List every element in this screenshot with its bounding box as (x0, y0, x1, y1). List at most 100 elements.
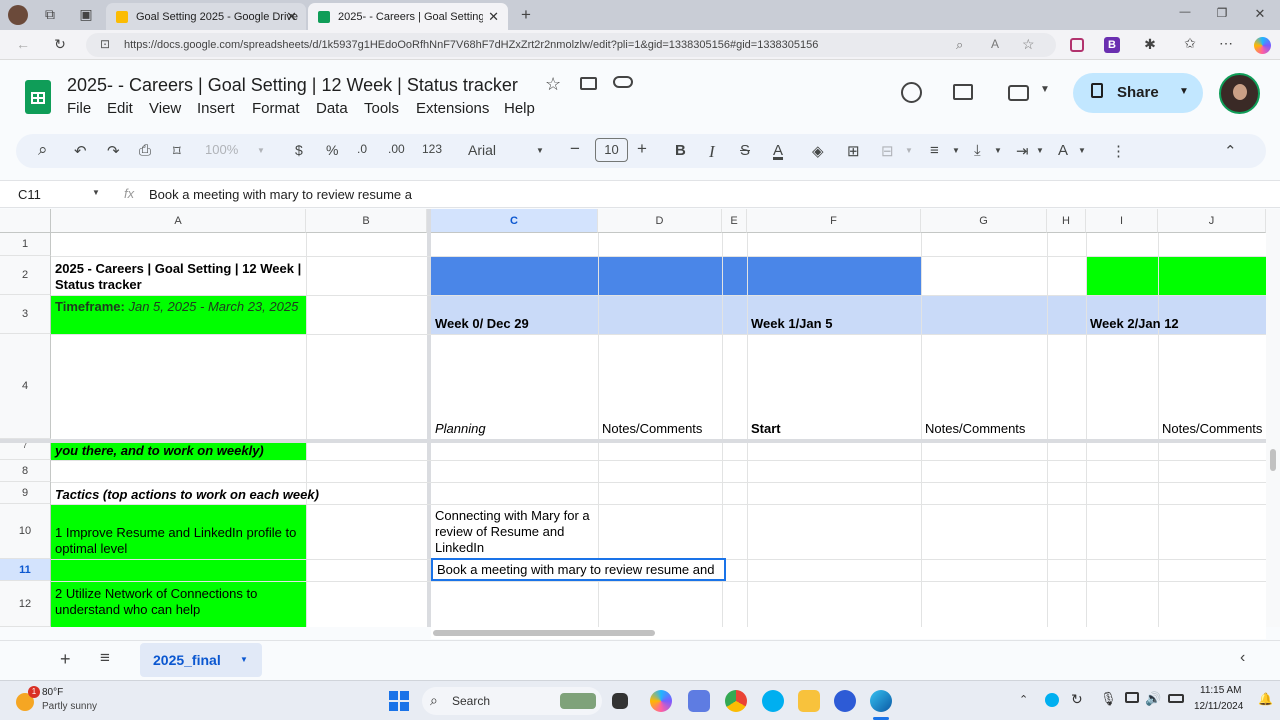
menu-data[interactable]: Data (316, 100, 348, 117)
text-wrapping-icon[interactable]: ⇥ (1016, 142, 1029, 160)
row-header-11[interactable]: 11 (0, 559, 51, 581)
move-folder-icon[interactable] (580, 77, 597, 90)
notification-bell-icon[interactable]: 🔔 (1258, 692, 1273, 706)
percent-button[interactable]: % (326, 142, 338, 158)
tab-google-drive[interactable]: Goal Setting 2025 - Google Drive ✕ (106, 3, 306, 30)
column-header-i[interactable]: I (1086, 209, 1158, 233)
cell-a9[interactable]: Tactics (top actions to work on each wee… (51, 487, 371, 503)
profile-avatar[interactable] (8, 5, 28, 25)
zoom-select[interactable]: 100% (205, 142, 238, 157)
decrease-decimal-button[interactable]: .0 (357, 142, 367, 156)
vertical-scrollbar[interactable] (1266, 209, 1280, 627)
menu-file[interactable]: File (67, 100, 91, 117)
row-header-12[interactable]: 12 (0, 581, 51, 627)
zoom-app-icon[interactable] (834, 690, 856, 712)
cell-i3[interactable]: Week 2/Jan 12 (1086, 316, 1266, 332)
tray-chevron-icon[interactable]: ⌃ (1019, 693, 1028, 706)
cell-a10[interactable]: 1 Improve Resume and LinkedIn profile to… (51, 525, 306, 557)
cell-a2[interactable]: 2025 - Careers | Goal Setting | 12 Week … (51, 261, 306, 293)
column-header-a[interactable]: A (51, 209, 306, 233)
add-sheet-button[interactable]: + (60, 649, 71, 670)
column-header-b[interactable]: B (306, 209, 427, 233)
rotation-dropdown-icon[interactable]: ▼ (1078, 146, 1086, 155)
tab-actions-icon[interactable]: ▣ (76, 6, 96, 23)
start-button[interactable] (389, 691, 409, 711)
menu-insert[interactable]: Insert (197, 100, 235, 117)
menu-edit[interactable]: Edit (107, 100, 133, 117)
font-size-increase-button[interactable]: + (637, 139, 647, 159)
italic-button[interactable]: I (709, 142, 715, 162)
more-formats-button[interactable]: 123 (422, 142, 442, 156)
borders-icon[interactable]: ⊞ (847, 142, 860, 160)
meet-icon[interactable] (1008, 85, 1029, 101)
copilot-icon[interactable] (1254, 37, 1271, 54)
column-header-d[interactable]: D (598, 209, 722, 233)
row-header-9[interactable]: 9 (0, 482, 51, 504)
column-header-h[interactable]: H (1047, 209, 1086, 233)
row-header-10[interactable]: 10 (0, 504, 51, 559)
column-header-j[interactable]: J (1158, 209, 1266, 233)
close-window-button[interactable]: ✕ (1250, 6, 1270, 22)
column-header-c[interactable]: C (431, 209, 598, 233)
active-cell-c11[interactable]: Book a meeting with mary to review resum… (431, 558, 726, 581)
tray-sync-icon[interactable]: ↻ (1071, 691, 1083, 708)
comments-icon[interactable] (953, 84, 973, 100)
collapse-sidebar-icon[interactable]: ‹ (1240, 649, 1245, 667)
zoom-icon[interactable]: ⌕ (956, 37, 963, 53)
tray-mic-icon[interactable]: 🎙 (1100, 691, 1117, 707)
version-history-icon[interactable] (901, 82, 922, 103)
chrome-icon[interactable] (725, 690, 747, 712)
sheet-tab-2025-final[interactable]: 2025_final ▼ (140, 643, 262, 677)
document-title[interactable]: 2025- - Careers | Goal Setting | 12 Week… (67, 75, 518, 96)
undo-icon[interactable]: ↶ (74, 142, 87, 160)
text-color-button[interactable]: A (773, 142, 783, 159)
fill-color-icon[interactable]: ◈ (812, 142, 824, 160)
cell-d4[interactable]: Notes/Comments (598, 421, 722, 437)
menu-extensions[interactable]: Extensions (416, 100, 489, 117)
valign-dropdown-icon[interactable]: ▼ (994, 146, 1002, 155)
snipping-tool-icon[interactable] (688, 690, 710, 712)
merge-cells-icon[interactable]: ⊟ (881, 142, 894, 160)
horizontal-scroll-thumb[interactable] (433, 630, 655, 636)
all-sheets-menu-icon[interactable]: ≡ (100, 648, 110, 668)
url-field[interactable]: ⊡ https://docs.google.com/spreadsheets/d… (86, 33, 1056, 57)
clock-date[interactable]: 12/11/2024 (1194, 701, 1243, 712)
halign-dropdown-icon[interactable]: ▼ (952, 146, 960, 155)
cell-a12[interactable]: 2 Utilize Network of Connections to unde… (51, 586, 306, 618)
cell-a3[interactable]: Timeframe: Jan 5, 2025 - March 23, 2025 (51, 299, 306, 315)
cell-f3[interactable]: Week 1/Jan 5 (747, 316, 921, 332)
weather-widget[interactable]: 1 80°F Partly sunny (14, 685, 134, 717)
tray-volume-icon[interactable]: 🔊 (1145, 691, 1161, 707)
extension-icon[interactable] (1070, 38, 1084, 52)
font-size-decrease-button[interactable]: − (570, 139, 580, 159)
close-tab-icon[interactable]: ✕ (286, 9, 297, 25)
share-button[interactable]: Share ▼ (1073, 73, 1203, 113)
row-header-1[interactable]: 1 (0, 233, 51, 256)
maximize-button[interactable]: ❐ (1212, 6, 1232, 20)
row-header-3[interactable]: 3 (0, 295, 51, 334)
menu-format[interactable]: Format (252, 100, 300, 117)
tray-battery-icon[interactable] (1168, 694, 1184, 703)
menu-help[interactable]: Help (504, 100, 535, 117)
name-box-dropdown-icon[interactable]: ▼ (92, 188, 100, 197)
paint-format-icon[interactable]: ⌑ (173, 142, 181, 160)
cell-c3[interactable]: Week 0/ Dec 29 (431, 316, 598, 332)
new-tab-button[interactable]: + (516, 5, 536, 25)
favorites-icon[interactable]: ✩ (1180, 35, 1200, 52)
strikethrough-button[interactable]: S (740, 142, 750, 159)
column-header-e[interactable]: E (722, 209, 747, 233)
cell-j4[interactable]: Notes/Comments (1158, 421, 1266, 437)
font-select[interactable]: Arial (468, 142, 496, 158)
clock-time[interactable]: 11:15 AM (1200, 685, 1242, 696)
extension-b-icon[interactable]: B (1104, 37, 1120, 53)
horizontal-scrollbar[interactable] (431, 627, 1266, 639)
text-rotation-icon[interactable]: A (1058, 142, 1068, 159)
print-icon[interactable]: ⎙ (139, 142, 151, 159)
redo-icon[interactable]: ↷ (107, 142, 120, 160)
back-icon[interactable]: ← (13, 36, 33, 52)
sheet-tab-dropdown-icon[interactable]: ▼ (240, 655, 248, 664)
name-box[interactable]: C11 (18, 187, 41, 202)
close-tab-icon[interactable]: ✕ (488, 9, 499, 25)
share-dropdown-icon[interactable]: ▼ (1179, 86, 1189, 97)
cloud-status-icon[interactable] (613, 76, 633, 88)
